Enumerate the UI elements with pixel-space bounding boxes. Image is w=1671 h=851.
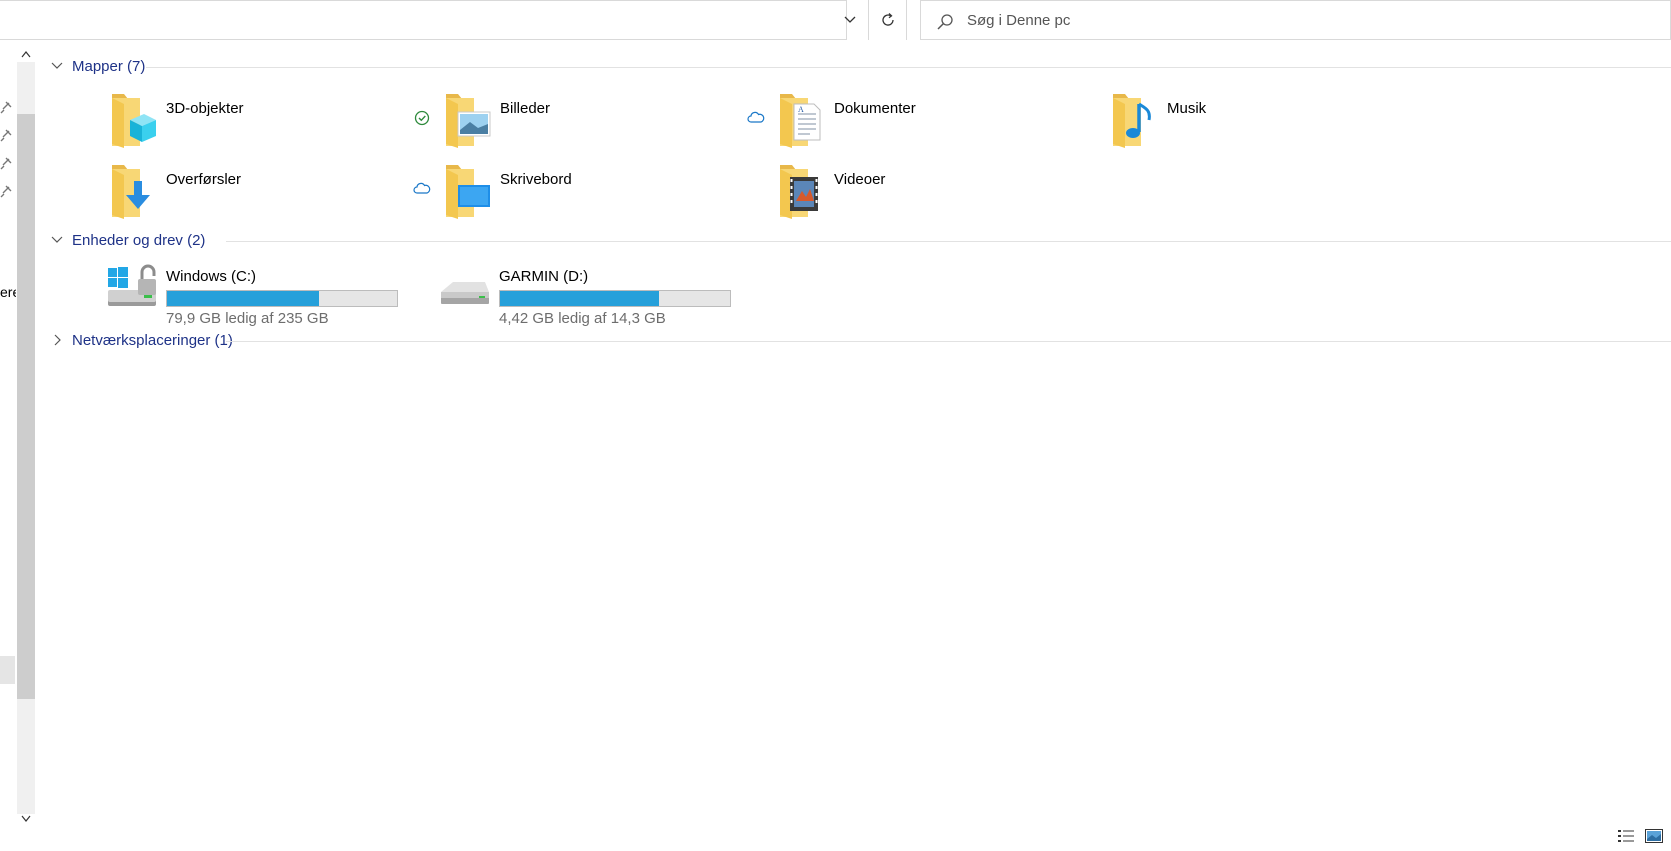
- folder-name: 3D-objekter: [166, 100, 244, 117]
- group-header-folders[interactable]: Mapper (7): [50, 56, 145, 76]
- documents-folder-icon: A: [780, 94, 821, 148]
- details-view-button[interactable]: [1615, 827, 1637, 845]
- drive-free-space: 4,42 GB ledig af 14,3 GB: [499, 310, 666, 327]
- chevron-right-icon: [54, 334, 61, 346]
- group-divider: [226, 341, 1671, 342]
- folder-videos[interactable]: Videoer: [776, 161, 1126, 227]
- folder-name: Skrivebord: [500, 171, 572, 188]
- cloud-icon: [747, 111, 765, 123]
- group-label: Netværksplaceringer (1): [72, 331, 233, 349]
- address-history-dropdown[interactable]: [832, 0, 868, 40]
- pin-icon[interactable]: [0, 128, 12, 142]
- pictures-folder-icon: [446, 94, 491, 148]
- downloads-folder-icon: [112, 165, 150, 219]
- drive-free-space: 79,9 GB ledig af 235 GB: [166, 310, 329, 327]
- refresh-icon: [882, 13, 894, 26]
- chevron-down-icon: [51, 236, 63, 243]
- search-icon: [937, 14, 953, 30]
- drive-usage-fill: [167, 291, 319, 306]
- group-header-devices[interactable]: Enheder og drev (2): [50, 230, 205, 250]
- group-label: Enheder og drev (2): [72, 231, 206, 249]
- pin-icon[interactable]: [0, 156, 12, 170]
- group-label: Mapper (7): [72, 57, 146, 75]
- drive-name: Windows (C:): [166, 268, 257, 285]
- group-header-network[interactable]: Netværksplaceringer (1): [50, 330, 233, 350]
- folder-documents[interactable]: A Dokumenter: [776, 90, 1126, 156]
- search-input[interactable]: Søg i Denne pc: [967, 12, 1070, 29]
- drive-d[interactable]: GARMIN (D:) 4,42 GB ledig af 14,3 GB: [437, 262, 787, 327]
- folder-3d-objects[interactable]: 3D-objekter: [108, 90, 458, 156]
- pin-icon[interactable]: [0, 100, 12, 114]
- chevron-down-icon: [51, 62, 63, 69]
- svg-text:A: A: [798, 105, 804, 114]
- nav-item-label[interactable]: ere: [0, 284, 16, 300]
- folder-name: Overførsler: [166, 171, 241, 188]
- address-right-border: [906, 0, 907, 40]
- drive-c[interactable]: Windows (C:) 79,9 GB ledig af 235 GB: [104, 262, 454, 327]
- drive-usage-fill: [500, 291, 659, 306]
- chevron-up-icon: [21, 50, 31, 57]
- synced-check-icon: [414, 110, 430, 126]
- group-divider: [146, 67, 1671, 68]
- folder-downloads[interactable]: Overførsler: [108, 161, 458, 227]
- folder-pictures[interactable]: Billeder: [442, 90, 792, 156]
- details-view-icon: [1618, 830, 1634, 842]
- drive-name: GARMIN (D:): [499, 268, 589, 285]
- chevron-down-icon: [21, 815, 31, 822]
- removable-drive-icon: [441, 282, 489, 304]
- navigation-pane: [0, 44, 36, 834]
- address-bar[interactable]: [0, 0, 847, 40]
- music-folder-icon: [1113, 94, 1151, 148]
- videos-folder-icon: [780, 165, 818, 219]
- 3d-objects-folder-icon: [112, 94, 156, 148]
- group-divider: [226, 241, 1671, 242]
- view-switcher: [1615, 827, 1665, 845]
- chevron-down-icon: [844, 16, 856, 23]
- drive-usage-bar: [166, 290, 398, 307]
- nav-scroll-up-button[interactable]: [17, 46, 35, 62]
- search-box[interactable]: Søg i Denne pc: [920, 0, 1671, 40]
- large-icons-view-icon: [1645, 829, 1663, 843]
- nav-selected-item[interactable]: [0, 656, 15, 684]
- folder-name: Musik: [1167, 100, 1207, 117]
- folder-music[interactable]: Musik: [1109, 90, 1459, 156]
- address-separator: [868, 0, 869, 40]
- folder-desktop[interactable]: Skrivebord: [442, 161, 792, 227]
- cloud-icon: [413, 182, 431, 194]
- folder-name: Videoer: [834, 171, 886, 188]
- folder-name: Dokumenter: [834, 100, 916, 117]
- folder-name: Billeder: [500, 100, 551, 117]
- pin-icon[interactable]: [0, 184, 12, 198]
- desktop-folder-icon: [446, 165, 490, 219]
- drive-usage-bar: [499, 290, 731, 307]
- nav-scroll-down-button[interactable]: [17, 810, 35, 826]
- large-icons-view-button[interactable]: [1643, 827, 1665, 845]
- refresh-button[interactable]: [870, 0, 906, 40]
- nav-scrollbar-thumb[interactable]: [17, 114, 35, 699]
- windows-drive-icon: [108, 264, 156, 306]
